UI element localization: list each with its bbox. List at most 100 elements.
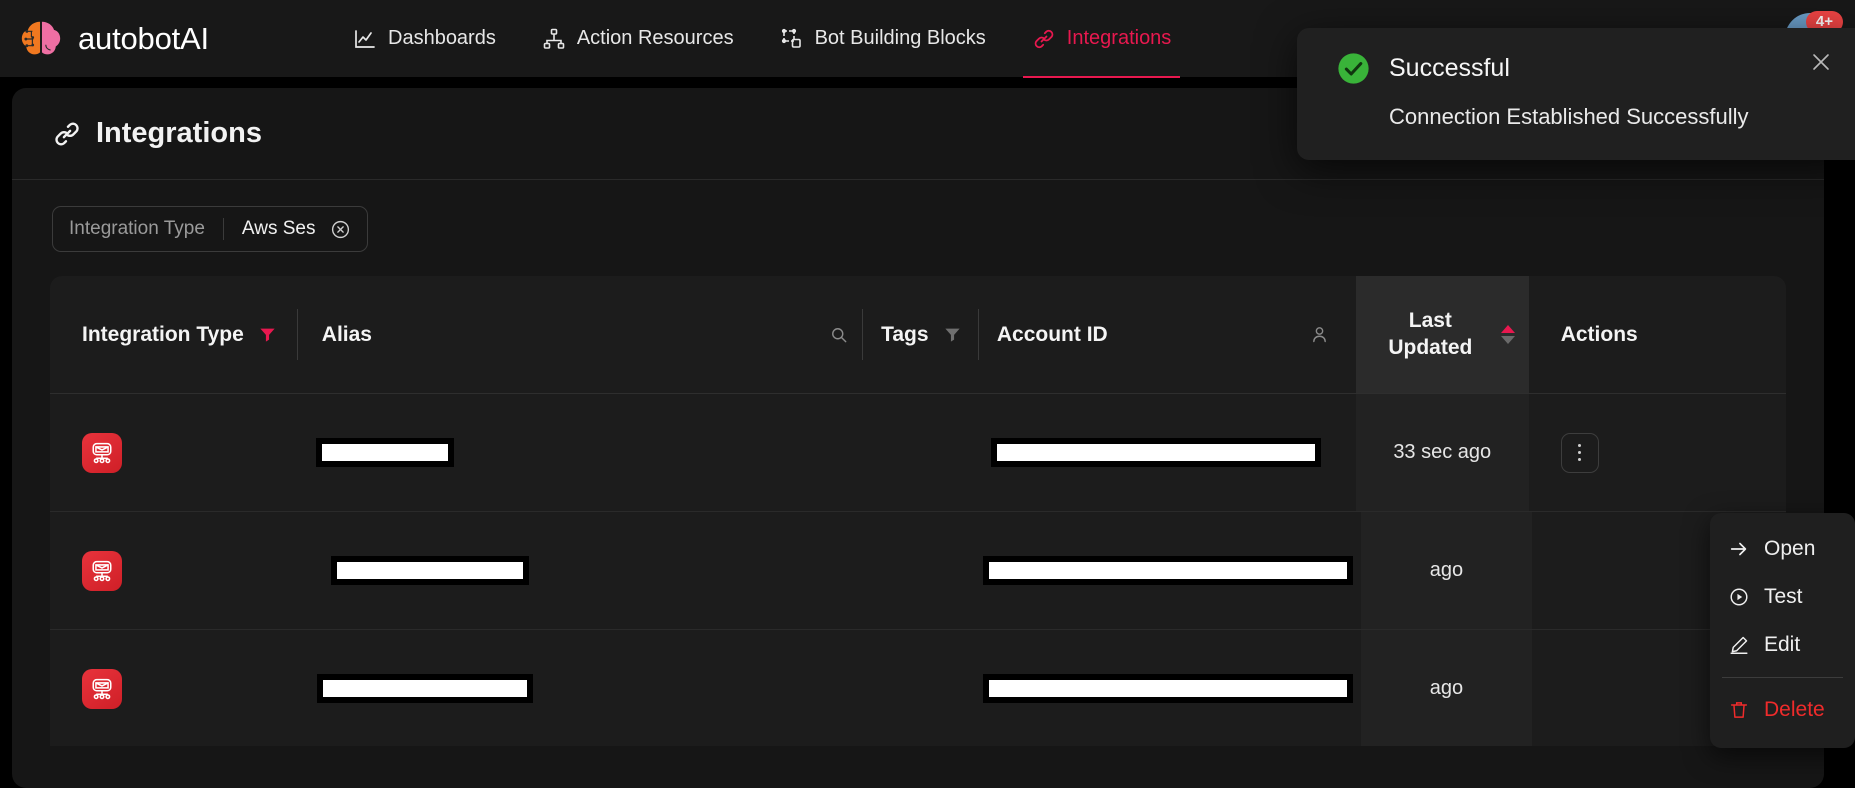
filter-chip-integration-type[interactable]: Integration Type Aws Ses <box>52 206 368 252</box>
cell-tags <box>853 630 968 746</box>
filter-funnel-icon-active[interactable] <box>258 325 277 344</box>
menu-item-delete[interactable]: Delete <box>1710 686 1855 734</box>
circle-x-icon[interactable] <box>330 219 351 240</box>
cell-last-updated: 33 sec ago <box>1355 394 1529 511</box>
sort-arrows-icon[interactable] <box>1500 325 1515 344</box>
nav-item-dashboards[interactable]: Dashboards <box>330 0 519 78</box>
page-title-text: Integrations <box>96 117 262 149</box>
brand-name: autobotAI <box>78 20 209 56</box>
aws-ses-icon <box>82 550 122 591</box>
toast-header: Successful <box>1337 52 1829 85</box>
cell-actions <box>1529 394 1786 511</box>
menu-item-edit[interactable]: Edit <box>1710 621 1855 669</box>
aws-ses-icon <box>82 668 122 709</box>
kebab-dot <box>1578 451 1582 454</box>
cell-alias <box>295 512 853 629</box>
redacted-account-id <box>983 556 1354 585</box>
cell-account-id <box>967 630 1361 746</box>
sort-asc-arrow[interactable] <box>1500 325 1515 333</box>
redacted-account-id <box>983 674 1354 703</box>
filter-chip-key: Integration Type <box>69 218 224 240</box>
aws-ses-icon <box>82 432 122 473</box>
integrations-table: Integration Type Alias Tags Account ID L… <box>50 276 1786 746</box>
trash-icon <box>1730 702 1748 718</box>
menu-label-open: Open <box>1764 537 1816 560</box>
page-title: Integrations <box>52 117 262 150</box>
menu-label-delete: Delete <box>1764 698 1825 721</box>
nav-label-integrations: Integrations <box>1066 27 1172 49</box>
pencil-icon <box>1730 636 1748 654</box>
cell-integration-type <box>50 630 295 746</box>
brain-circuit-logo-icon <box>18 16 64 62</box>
person-icon[interactable] <box>1309 324 1330 345</box>
column-header-last-updated[interactable]: Last Updated <box>1356 276 1529 393</box>
link-chain-icon <box>55 122 79 145</box>
column-label-account-id: Account ID <box>996 322 1108 346</box>
column-header-alias[interactable]: Alias <box>298 276 864 393</box>
menu-label-test: Test <box>1764 585 1803 608</box>
filter-funnel-icon[interactable] <box>943 325 962 344</box>
table-row[interactable]: 33 sec ago <box>50 394 1786 512</box>
nav-label-dashboards: Dashboards <box>388 27 496 49</box>
kebab-dot <box>1578 444 1582 447</box>
column-header-account-id[interactable]: Account ID <box>979 276 1356 393</box>
last-updated-value: ago <box>1429 677 1464 699</box>
search-icon[interactable] <box>829 325 849 345</box>
last-updated-value: ago <box>1429 559 1464 581</box>
column-label-alias: Alias <box>321 322 372 346</box>
column-header-tags[interactable]: Tags <box>863 276 979 393</box>
row-actions-kebab-button[interactable] <box>1560 432 1599 473</box>
arrow-right-icon <box>1730 542 1747 556</box>
menu-divider <box>1722 677 1843 678</box>
chart-line-icon <box>355 29 375 48</box>
nav-item-bot-building-blocks[interactable]: Bot Building Blocks <box>757 0 1009 78</box>
cell-last-updated: ago <box>1361 512 1532 629</box>
redacted-alias <box>316 674 533 703</box>
column-label-integration-type: Integration Type <box>82 322 244 346</box>
cell-alias <box>298 394 864 511</box>
nav-label-action-resources: Action Resources <box>576 27 734 49</box>
last-updated-value: 33 sec ago <box>1393 441 1492 463</box>
sort-desc-arrow[interactable] <box>1500 336 1515 344</box>
cell-alias <box>295 630 853 746</box>
redacted-alias <box>330 556 529 585</box>
nav-items: Dashboards Action Resources Bot Building… <box>330 0 1194 78</box>
redacted-account-id <box>991 438 1322 467</box>
toast-title: Successful <box>1389 54 1510 82</box>
menu-item-open[interactable]: Open <box>1710 525 1855 573</box>
check-circle-icon <box>1338 53 1369 84</box>
nav-item-action-resources[interactable]: Action Resources <box>519 0 757 78</box>
cell-last-updated: ago <box>1361 630 1532 746</box>
toast-message: Connection Established Successfully <box>1389 104 1749 129</box>
sitemap-icon <box>543 28 565 49</box>
brand-logo-area[interactable]: autobotAI <box>0 16 330 62</box>
nav-label-bot-building-blocks: Bot Building Blocks <box>814 27 986 49</box>
cell-integration-type <box>50 394 298 511</box>
toast-notification: Successful Connection Established Succes… <box>1297 28 1855 160</box>
menu-item-test[interactable]: Test <box>1710 573 1855 621</box>
cell-account-id <box>967 512 1361 629</box>
redacted-alias <box>315 438 454 467</box>
table-header-row: Integration Type Alias Tags Account ID L… <box>50 276 1786 394</box>
table-row[interactable]: ago <box>50 630 1786 746</box>
cell-tags <box>853 512 968 629</box>
column-label-tags: Tags <box>881 322 929 346</box>
kebab-dot <box>1578 458 1582 461</box>
column-label-actions: Actions <box>1560 322 1638 346</box>
column-label-last-updated: Last Updated <box>1388 309 1473 359</box>
row-actions-dropdown-menu: Open Test Edit Delete <box>1710 513 1855 748</box>
column-header-integration-type[interactable]: Integration Type <box>50 276 298 393</box>
cell-tags <box>863 394 979 511</box>
blocks-icon <box>781 28 801 48</box>
table-row[interactable]: ago <box>50 512 1786 630</box>
filter-bar: Integration Type Aws Ses <box>12 180 1824 252</box>
cell-account-id <box>979 394 1356 511</box>
play-circle-icon <box>1730 588 1748 606</box>
cell-integration-type <box>50 512 295 629</box>
column-header-actions: Actions <box>1529 276 1786 393</box>
close-x-icon[interactable] <box>1809 50 1833 74</box>
page-card: Integrations Integration Type Aws Ses In… <box>12 88 1824 788</box>
nav-item-integrations[interactable]: Integrations <box>1009 0 1195 78</box>
filter-chip-value: Aws Ses <box>241 218 316 239</box>
link-chain-icon <box>1034 29 1054 48</box>
